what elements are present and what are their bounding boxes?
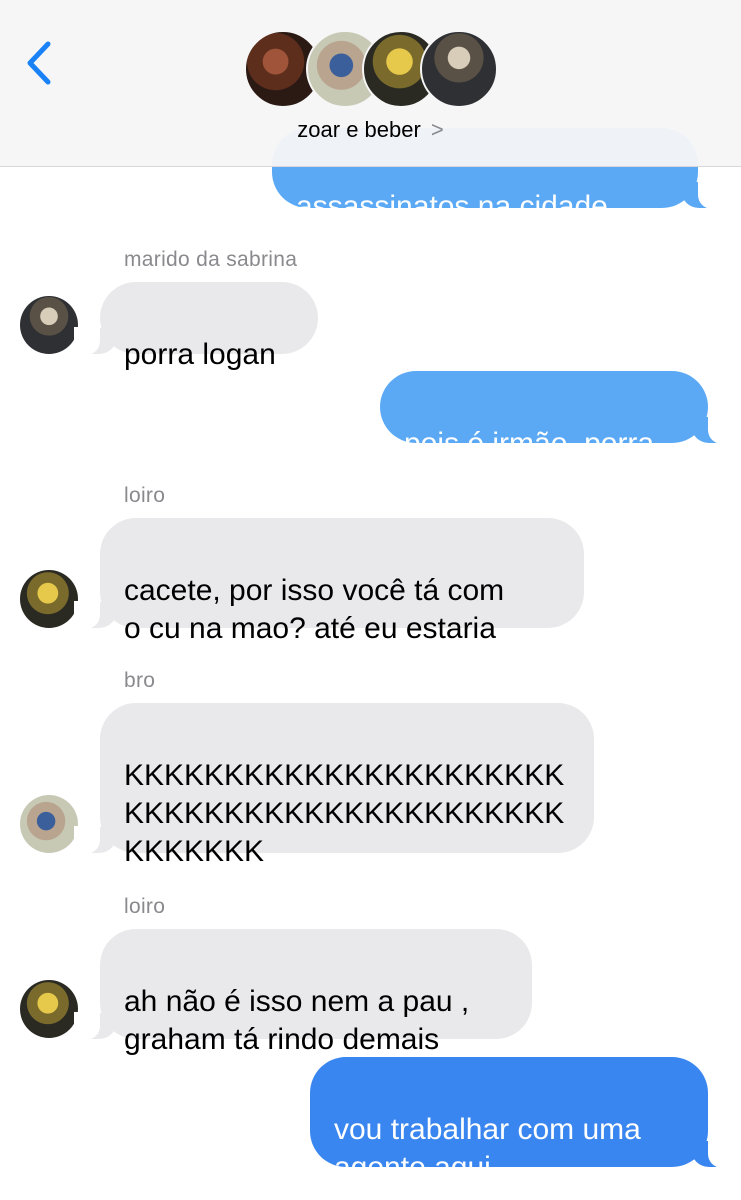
message-list[interactable]: assassinatos na cidade marido da sabrina… bbox=[0, 0, 741, 1200]
back-button[interactable] bbox=[18, 36, 62, 90]
message-text: assassinatos na cidade bbox=[296, 190, 608, 223]
message-text: pois é irmão, porra bbox=[404, 427, 655, 460]
message-bubble-incoming[interactable]: KKKKKKKKKKKKKKKKKKKKKK KKKKKKKKKKKKKKKKK… bbox=[74, 703, 594, 868]
sender-name: bro bbox=[124, 669, 156, 692]
message-text: ah não é isso nem a pau , graham tá rind… bbox=[124, 985, 470, 1056]
message-bubble-outgoing[interactable]: pois é irmão, porra bbox=[380, 371, 734, 460]
contact-avatar[interactable] bbox=[20, 570, 78, 628]
chevron-right-icon: > bbox=[430, 117, 444, 142]
message-text: cacete, por isso você tá com o cu na mao… bbox=[124, 574, 505, 645]
sender-name: loiro bbox=[124, 484, 166, 507]
conversation-title[interactable]: zoar e beber > bbox=[0, 117, 741, 143]
sender-name: loiro bbox=[124, 895, 166, 918]
group-name: zoar e beber bbox=[297, 117, 421, 142]
message-bubble-incoming[interactable]: porra logan bbox=[74, 282, 318, 371]
message-text: KKKKKKKKKKKKKKKKKKKKKK KKKKKKKKKKKKKKKKK… bbox=[124, 759, 565, 868]
imessage-conversation: assassinatos na cidade marido da sabrina… bbox=[0, 0, 741, 1200]
contact-avatar[interactable] bbox=[20, 296, 78, 354]
message-bubble-incoming[interactable]: cacete, por isso você tá com o cu na mao… bbox=[74, 518, 584, 645]
message-text: vou trabalhar com uma agente aqui bbox=[334, 1113, 641, 1184]
message-bubble-incoming[interactable]: ah não é isso nem a pau , graham tá rind… bbox=[74, 929, 532, 1056]
contact-avatar[interactable] bbox=[20, 980, 78, 1038]
group-member-avatar bbox=[420, 30, 498, 108]
group-avatars[interactable] bbox=[244, 30, 500, 110]
message-text: porra logan bbox=[124, 338, 276, 371]
contact-avatar[interactable] bbox=[20, 795, 78, 853]
sender-name: marido da sabrina bbox=[124, 248, 298, 271]
chevron-left-icon bbox=[27, 41, 51, 85]
conversation-header: zoar e beber > bbox=[0, 0, 741, 167]
message-bubble-outgoing[interactable]: vou trabalhar com uma agente aqui bbox=[310, 1057, 734, 1184]
